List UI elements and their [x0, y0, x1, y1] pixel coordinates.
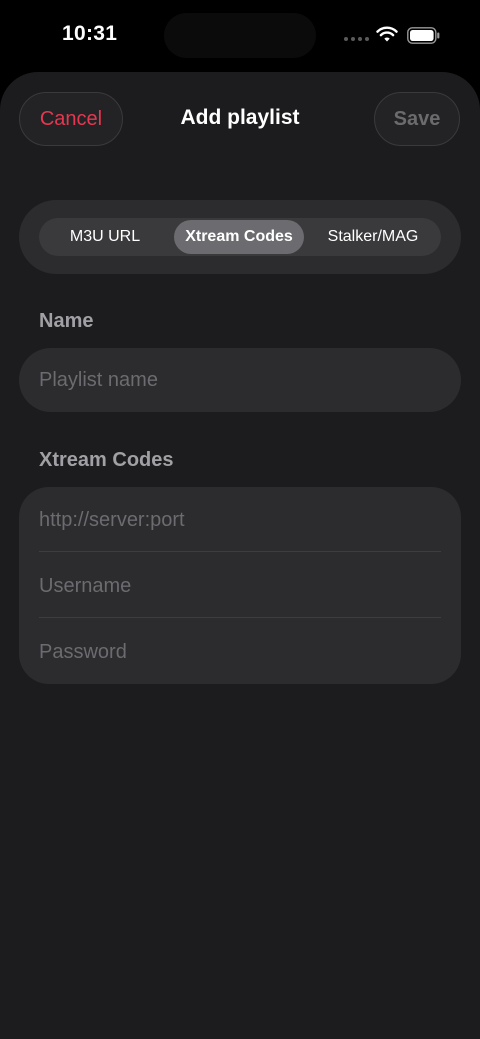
- playlist-type-segmented-control: M3U URL Xtream Codes Stalker/MAG: [39, 218, 441, 256]
- wifi-icon: [376, 26, 398, 42]
- cellular-signal-icon: [344, 37, 369, 42]
- segment-m3u-url[interactable]: M3U URL: [41, 220, 169, 254]
- dynamic-island: [164, 13, 316, 58]
- segment-stalker-mag[interactable]: Stalker/MAG: [308, 220, 438, 254]
- add-playlist-sheet: Cancel Add playlist Save M3U URL Xtream …: [0, 72, 480, 1039]
- xtream-codes-card: http://server:port Username Password: [19, 487, 461, 684]
- divider: [39, 551, 441, 552]
- name-section-label: Name: [39, 310, 94, 332]
- playlist-type-card: M3U URL Xtream Codes Stalker/MAG: [19, 200, 461, 274]
- username-field[interactable]: Username: [39, 553, 441, 619]
- name-card: Playlist name: [19, 348, 461, 412]
- battery-icon: [407, 27, 440, 44]
- playlist-name-field[interactable]: Playlist name: [39, 348, 441, 412]
- save-button[interactable]: Save: [374, 92, 460, 146]
- segment-xtream-codes[interactable]: Xtream Codes: [174, 220, 304, 254]
- divider: [39, 617, 441, 618]
- xtream-section-label: Xtream Codes: [39, 449, 174, 471]
- password-field[interactable]: Password: [39, 619, 441, 685]
- server-url-field[interactable]: http://server:port: [39, 487, 441, 553]
- status-bar: 10:31: [0, 0, 480, 70]
- status-time: 10:31: [62, 22, 118, 45]
